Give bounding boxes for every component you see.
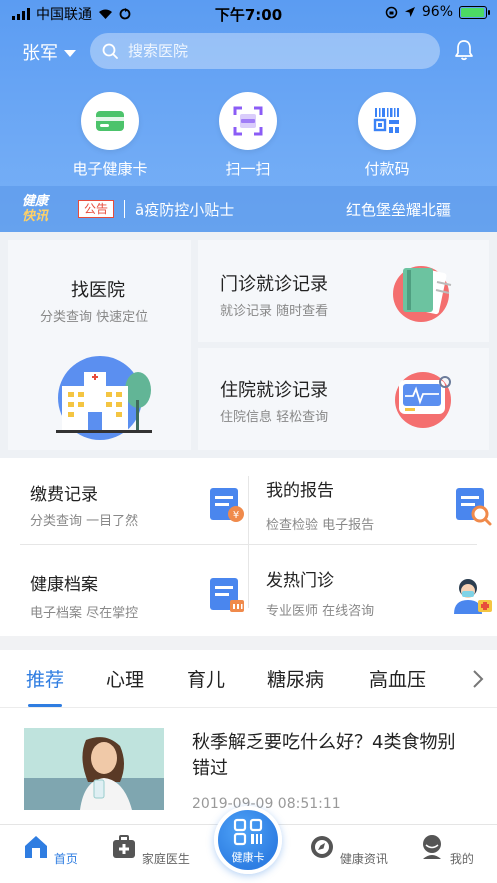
grid-title: 缴费记录 bbox=[30, 485, 98, 505]
top-bar: 张军 bbox=[0, 33, 497, 69]
article-title: 秋季解乏要吃什么好？4类食物别错过 bbox=[192, 732, 456, 779]
report-icon bbox=[456, 488, 492, 526]
payment-records[interactable]: 缴费记录 分类查询 一目了然 ¥ bbox=[30, 480, 258, 564]
inpatient-record-card[interactable]: 住院就诊记录 住院信息 轻松查询 bbox=[198, 348, 489, 450]
outpatient-record-card[interactable]: 门诊就诊记录 就诊记录 随时查看 bbox=[198, 240, 489, 342]
heart-monitor-icon bbox=[395, 372, 451, 428]
quick-label: 扫一扫 bbox=[225, 160, 271, 178]
tab-recommend[interactable]: 推荐 bbox=[26, 665, 64, 692]
card-subtitle: 住院信息 轻松查询 bbox=[220, 410, 329, 425]
grid-subtitle: 电子档案 尽在掌控 bbox=[30, 606, 139, 621]
nav-mine[interactable]: 我的 bbox=[406, 833, 486, 867]
lock-rotation-icon bbox=[385, 6, 398, 18]
user-icon bbox=[423, 835, 442, 859]
hospital-icon bbox=[56, 356, 152, 440]
nav-home[interactable]: 首页 bbox=[10, 833, 90, 867]
doctor-icon bbox=[454, 579, 492, 614]
search-icon bbox=[102, 43, 118, 59]
news-text-next[interactable]: 红色堡垒耀北疆 bbox=[346, 199, 451, 220]
health-news-logo: 健康 快讯 bbox=[22, 194, 49, 224]
payment-code-icon bbox=[358, 92, 416, 150]
center-button-label: 健康卡 bbox=[231, 851, 265, 864]
card-title: 找医院 bbox=[71, 280, 125, 301]
chevron-right-icon[interactable] bbox=[471, 668, 485, 690]
card-title: 门诊就诊记录 bbox=[220, 274, 328, 295]
grid-title: 我的报告 bbox=[266, 481, 334, 501]
caret-down-icon bbox=[64, 49, 76, 57]
search-input[interactable] bbox=[128, 42, 408, 60]
medical-kit-icon bbox=[113, 835, 136, 858]
card-title: 住院就诊记录 bbox=[220, 380, 328, 401]
quick-label: 电子健康卡 bbox=[72, 160, 148, 178]
card-subtitle: 就诊记录 随时查看 bbox=[220, 304, 329, 319]
user-switcher[interactable]: 张军 bbox=[22, 39, 76, 65]
qr-code-icon bbox=[233, 818, 263, 846]
health-card-icon bbox=[81, 92, 139, 150]
grid-divider-vertical bbox=[248, 476, 249, 608]
find-hospital-card[interactable]: 找医院 分类查询 快速定位 bbox=[8, 240, 191, 450]
medical-record-icon bbox=[393, 266, 452, 322]
grid-title: 健康档案 bbox=[30, 575, 98, 595]
location-icon bbox=[404, 7, 415, 17]
grid-subtitle: 专业医师 在线咨询 bbox=[266, 604, 375, 619]
quick-label: 付款码 bbox=[364, 160, 410, 178]
article-time: 2019-09-09 08:51:11 bbox=[192, 796, 341, 812]
battery-percent: 96% bbox=[421, 4, 453, 20]
tab-diabetes[interactable]: 糖尿病 bbox=[267, 665, 324, 692]
compass-icon bbox=[311, 836, 334, 858]
home-icon bbox=[25, 836, 48, 858]
card-subtitle: 分类查询 快速定位 bbox=[40, 310, 149, 325]
user-name: 张军 bbox=[22, 43, 58, 64]
health-file-icon bbox=[210, 578, 244, 612]
active-tab-indicator bbox=[28, 704, 62, 707]
header-hero: 中国联通 下午7:00 96% 张军 电子健康卡 bbox=[0, 0, 497, 232]
battery-icon bbox=[459, 5, 490, 19]
tab-psychology[interactable]: 心理 bbox=[106, 665, 144, 692]
news-text[interactable]: ā疫防控小贴士 bbox=[135, 199, 234, 220]
bell-icon[interactable] bbox=[453, 39, 475, 61]
quick-health-card[interactable]: 电子健康卡 bbox=[50, 92, 170, 179]
quick-actions: 电子健康卡 扫一扫 付款码 bbox=[0, 92, 497, 182]
payment-record-icon: ¥ bbox=[210, 488, 244, 522]
scan-icon bbox=[219, 92, 277, 150]
notice-tag: 公告 bbox=[78, 200, 115, 218]
quick-scan[interactable]: 扫一扫 bbox=[188, 92, 308, 179]
health-card-center-button[interactable]: 健康卡 bbox=[214, 806, 282, 874]
quick-payment-code[interactable]: 付款码 bbox=[327, 92, 447, 179]
tab-parenting[interactable]: 育儿 bbox=[187, 665, 225, 692]
grid-subtitle: 检查检验 电子报告 bbox=[266, 518, 375, 533]
news-divider bbox=[124, 200, 126, 218]
my-reports[interactable]: 我的报告 检查检验 电子报告 bbox=[266, 476, 494, 560]
svg-text:¥: ¥ bbox=[233, 510, 239, 521]
service-cards: 找医院 分类查询 快速定位 门诊就诊记录 就诊记录 随时查看 住院就诊记录 住院… bbox=[0, 232, 497, 458]
grid-title: 发热门诊 bbox=[266, 571, 334, 591]
news-ticker[interactable]: 健康 快讯 公告 ā疫防控小贴士 红色堡垒耀北疆 bbox=[0, 186, 497, 232]
category-tabs: 推荐 心理 育儿 糖尿病 高血压 bbox=[0, 650, 497, 708]
status-bar: 中国联通 下午7:00 96% bbox=[0, 0, 497, 26]
section-gap bbox=[0, 636, 497, 650]
grid-subtitle: 分类查询 一目了然 bbox=[30, 514, 139, 529]
tab-hypertension[interactable]: 高血压 bbox=[369, 665, 426, 692]
nav-family-doctor[interactable]: 家庭医生 bbox=[110, 833, 190, 867]
nav-health-news[interactable]: 健康资讯 bbox=[308, 833, 388, 867]
article-thumbnail bbox=[24, 728, 164, 810]
search-bar[interactable] bbox=[90, 33, 440, 69]
